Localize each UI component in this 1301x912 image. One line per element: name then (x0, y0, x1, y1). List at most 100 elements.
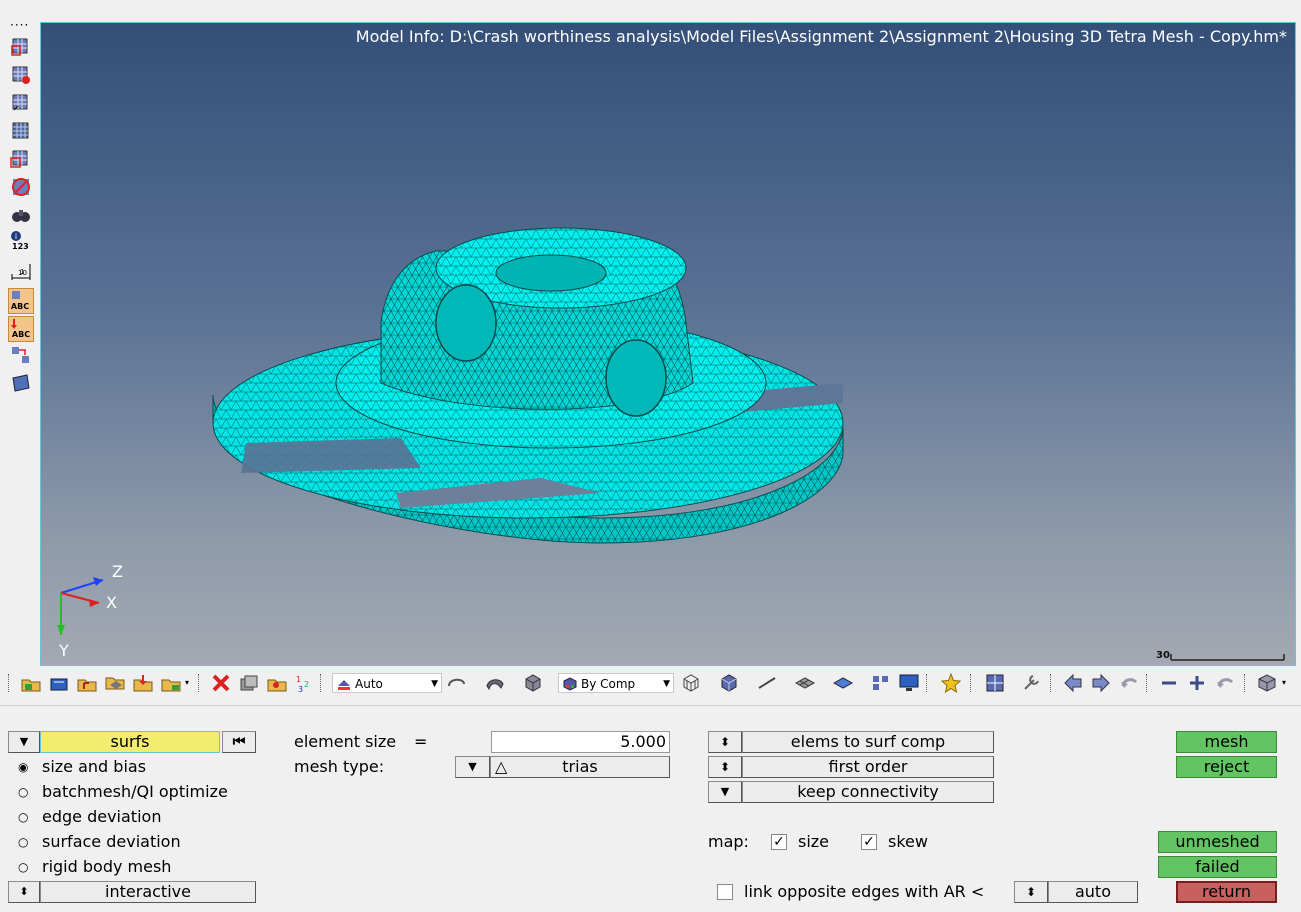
renumber-icon[interactable]: 123 (294, 672, 316, 694)
element-types-icon[interactable] (870, 672, 892, 694)
star-icon[interactable] (940, 672, 962, 694)
mesh-shaded-icon[interactable] (718, 672, 740, 694)
scale-bar-label: 30 (1156, 650, 1170, 661)
open-model-icon[interactable] (20, 672, 42, 694)
map-skew-checkbox[interactable]: ✓ (861, 834, 877, 850)
import-icon[interactable] (48, 672, 70, 694)
surfs-selector[interactable]: surfs (40, 731, 220, 753)
info-label: 123 (12, 242, 29, 251)
elems-to-surf-comp-button[interactable]: elems to surf comp (742, 731, 994, 753)
radio-size-and-bias[interactable]: ◉ (18, 761, 30, 773)
toolbar-separator (320, 674, 323, 692)
interactive-mode-button[interactable]: interactive (40, 881, 256, 903)
visualization-icon (336, 676, 352, 692)
keep-connectivity-button[interactable]: keep connectivity (742, 781, 994, 803)
no-display-icon[interactable] (10, 176, 32, 198)
housing-mesh-model[interactable] (41, 23, 1295, 665)
view-cube-icon[interactable] (1256, 672, 1278, 694)
first-order-button[interactable]: first order (742, 756, 994, 778)
export-dropdown-arrow[interactable]: ▾ (185, 678, 189, 687)
option-label: edge deviation (42, 807, 162, 826)
mesh-shrink-icon[interactable] (10, 148, 32, 170)
link-opposite-edges-checkbox[interactable] (717, 884, 733, 900)
triangle-icon: △ (495, 757, 508, 776)
mesh-wireframe-icon[interactable] (680, 672, 702, 694)
graphics-viewport[interactable]: Model Info: D:\Crash worthiness analysis… (40, 22, 1296, 666)
mesh-select-icon[interactable] (10, 92, 32, 114)
ar-mode-button[interactable]: auto (1048, 881, 1138, 903)
1d-elements-icon[interactable] (756, 672, 778, 694)
ar-mode-toggle[interactable]: ⬍ (1014, 881, 1048, 903)
display-icon[interactable] (898, 672, 920, 694)
color-mode-dropdown[interactable]: By Comp ▼ (558, 673, 674, 693)
info-icon[interactable]: i 123 (10, 230, 32, 252)
zoom-out-icon[interactable] (1158, 672, 1180, 694)
radio-surface-deviation[interactable]: ○ (18, 836, 30, 848)
svg-text:3: 3 (298, 685, 303, 694)
rotate-view-icon[interactable] (1214, 672, 1236, 694)
label-abc-down-icon[interactable]: ABC (8, 316, 34, 342)
toolbar-separator (198, 674, 201, 692)
3d-elements-icon[interactable] (832, 672, 854, 694)
import-solver-icon[interactable] (104, 672, 126, 694)
arrow-left-icon[interactable] (1062, 672, 1084, 694)
color-mode: By Comp (581, 677, 636, 691)
map-size-checkbox[interactable]: ✓ (771, 834, 787, 850)
connectivity-toggle[interactable]: ▼ (708, 781, 742, 803)
binoculars-icon[interactable] (10, 204, 32, 226)
arrow-right-icon[interactable] (1090, 672, 1112, 694)
export-icon[interactable] (132, 672, 154, 694)
mesh-button[interactable]: mesh (1176, 731, 1277, 753)
svg-text:2: 2 (304, 680, 309, 689)
reset-selection-icon[interactable]: ⏮ (222, 731, 256, 753)
import-cad-icon[interactable] (76, 672, 98, 694)
reject-button[interactable]: reject (1176, 756, 1277, 778)
ruler-icon[interactable]: 1 10 (10, 260, 32, 282)
window-layout-icon[interactable] (984, 672, 1006, 694)
toolbar-separator (1146, 674, 1149, 692)
color-cube-icon (562, 676, 578, 692)
toolbar-separator (1244, 674, 1247, 692)
surf-comp-toggle[interactable]: ⬍ (708, 731, 742, 753)
radio-edge-deviation[interactable]: ○ (18, 811, 30, 823)
unmeshed-button[interactable]: unmeshed (1158, 831, 1277, 853)
return-button[interactable]: return (1176, 881, 1277, 903)
export-options-icon[interactable] (160, 672, 182, 694)
radio-batchmesh[interactable]: ○ (18, 786, 30, 798)
toolbar-separator (1050, 674, 1053, 692)
mesh-grid-icon[interactable] (10, 36, 32, 58)
2d-elements-icon[interactable] (794, 672, 816, 694)
wrench-icon[interactable] (1020, 672, 1042, 694)
svg-text:1: 1 (296, 675, 301, 684)
organize-icon[interactable] (238, 672, 260, 694)
solid-icon[interactable] (522, 672, 544, 694)
radio-rigid-body-mesh[interactable]: ○ (18, 861, 30, 873)
shaded-geometry-icon[interactable] (446, 672, 468, 694)
visualization-dropdown[interactable]: Auto ▼ (332, 673, 442, 693)
surface-icon[interactable] (10, 372, 32, 394)
model-browser-icon[interactable] (266, 672, 288, 694)
scale-bar (1170, 654, 1285, 661)
undo-view-icon[interactable] (1118, 672, 1140, 694)
mesh-type-value: trias (562, 757, 598, 776)
zoom-in-icon[interactable] (1186, 672, 1208, 694)
view-dropdown-arrow[interactable]: ▾ (1282, 678, 1286, 687)
element-size-input[interactable]: 5.000 (491, 731, 670, 753)
mesh-display-icon[interactable] (10, 120, 32, 142)
toolbar-separator (970, 674, 973, 692)
delete-icon[interactable] (210, 672, 232, 694)
order-toggle[interactable]: ⬍ (708, 756, 742, 778)
mesh-type-toggle[interactable]: ▼ (455, 756, 490, 778)
entity-type-toggle[interactable]: ▼ (8, 731, 40, 753)
failed-button[interactable]: failed (1158, 856, 1277, 878)
mesh-type-button[interactable]: △ trias (490, 756, 670, 778)
main-toolbar: ▾ 123 Auto ▼ By Comp ▼ ▾ (0, 668, 1301, 698)
toolbar-separator (926, 674, 929, 692)
option-label: rigid body mesh (42, 857, 172, 876)
label-abc-icon[interactable]: ABC (8, 288, 34, 314)
transform-icon[interactable] (10, 344, 32, 366)
mesh-delete-icon[interactable] (10, 64, 32, 86)
surface-shaded-icon[interactable] (484, 672, 506, 694)
toolbar-grip[interactable]: ···· (10, 18, 29, 32)
mode-toggle[interactable]: ⬍ (8, 881, 40, 903)
